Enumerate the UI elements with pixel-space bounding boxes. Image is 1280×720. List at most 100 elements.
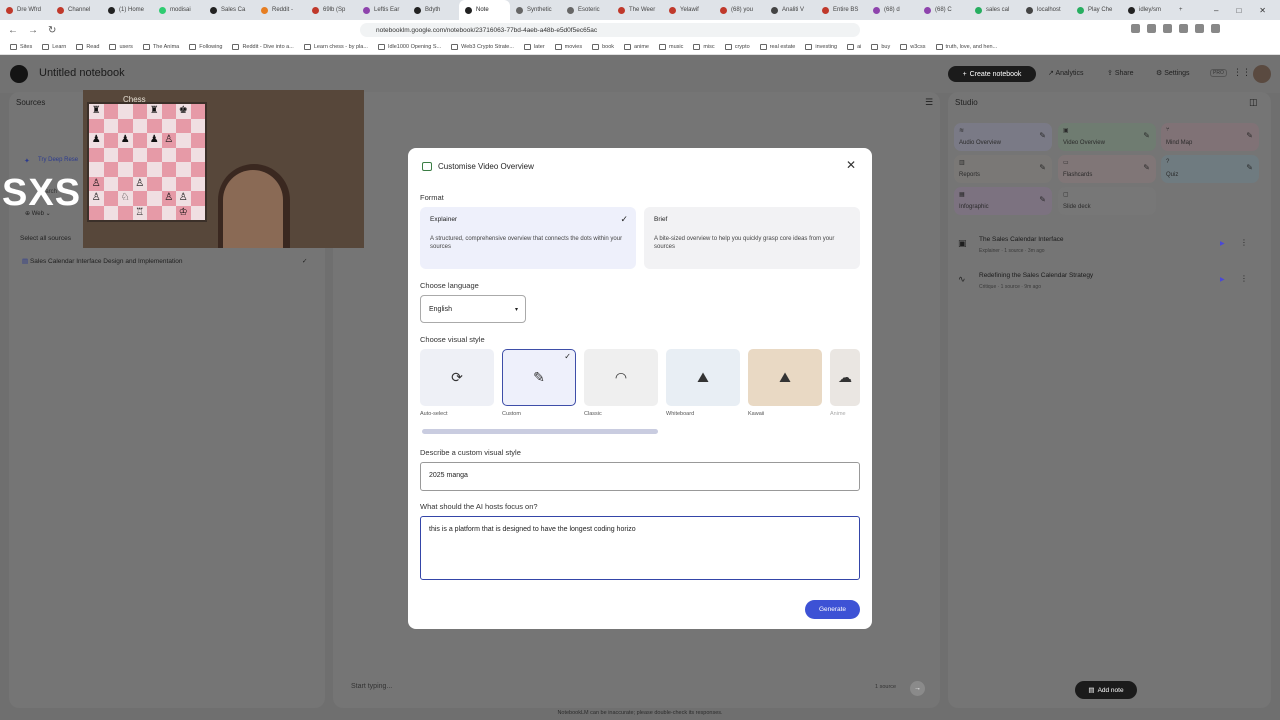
extension-icon[interactable] <box>1195 24 1204 33</box>
more-options-icon[interactable]: ⋮ <box>1240 238 1248 247</box>
bookmark-item[interactable]: music <box>659 44 683 50</box>
visual-style-option[interactable]: ⛰ <box>666 349 740 406</box>
notebooklm-logo-icon[interactable] <box>10 65 28 83</box>
bookmark-item[interactable]: Learn chess - by pla... <box>303 44 368 50</box>
bookmark-item[interactable]: The Anima <box>142 44 179 50</box>
studio-tile[interactable]: ▦ Infographic ✎ <box>954 187 1052 215</box>
play-icon[interactable]: ▶ <box>1220 240 1225 247</box>
browser-tab[interactable]: Sales Ca <box>204 0 255 20</box>
bookmark-item[interactable]: truth, love, and hen... <box>935 44 997 50</box>
address-bar[interactable]: notebooklm.google.com/notebook/23716063-… <box>360 23 860 37</box>
browser-tab[interactable]: Entire BS <box>816 0 867 20</box>
browser-tab[interactable]: Note <box>459 0 510 20</box>
studio-tile[interactable]: ▥ Reports ✎ <box>954 155 1052 183</box>
new-tab-icon[interactable]: + <box>1173 0 1193 20</box>
visual-style-option[interactable]: ◠ <box>584 349 658 406</box>
browser-tab[interactable]: Bdyth <box>408 0 459 20</box>
studio-tile[interactable]: ▭ Flashcards ✎ <box>1058 155 1156 183</box>
extension-icon[interactable] <box>1179 24 1188 33</box>
browser-tab[interactable]: sales cal <box>969 0 1020 20</box>
extension-icon[interactable] <box>1163 24 1172 33</box>
edit-pencil-icon[interactable]: ✎ <box>1039 195 1046 204</box>
back-icon[interactable]: ← <box>8 25 18 36</box>
browser-tab[interactable]: modisai <box>153 0 204 20</box>
format-explainer-card[interactable]: Explainer ✓ A structured, comprehensive … <box>420 207 636 269</box>
bookmark-item[interactable]: misc <box>693 44 715 50</box>
studio-tile[interactable]: ⑂ Mind Map ✎ <box>1161 123 1259 151</box>
minimize-icon[interactable]: – <box>1214 6 1218 15</box>
browser-tab[interactable]: (68) d <box>867 0 918 20</box>
source-checkbox[interactable]: ✓ <box>302 257 307 265</box>
extension-icon[interactable] <box>1131 24 1140 33</box>
browser-tab[interactable]: Synthetic <box>510 0 561 20</box>
bookmark-item[interactable]: Following <box>189 44 222 50</box>
browser-tab[interactable]: Play Che <box>1071 0 1122 20</box>
bookmark-item[interactable]: later <box>523 44 545 50</box>
source-item[interactable]: ▤ Sales Calendar Interface Design and Im… <box>22 257 317 265</box>
bookmark-item[interactable]: Reddit - Dive into a... <box>232 44 294 50</box>
maximize-icon[interactable]: □ <box>1236 6 1241 15</box>
edit-pencil-icon[interactable]: ✎ <box>1039 131 1046 140</box>
visual-style-option[interactable]: ⛰ <box>748 349 822 406</box>
bookmark-item[interactable]: ai <box>847 44 861 50</box>
deep-research-link[interactable]: Try Deep Rese <box>38 157 78 163</box>
generate-button[interactable]: Generate <box>805 600 860 619</box>
bookmark-item[interactable]: real estate <box>759 44 795 50</box>
close-icon[interactable]: ✕ <box>846 158 856 172</box>
browser-tab[interactable]: localhost <box>1020 0 1071 20</box>
browser-tab[interactable]: (1) Home <box>102 0 153 20</box>
bookmark-item[interactable]: Idle1000 Opening S... <box>377 44 441 50</box>
settings-button[interactable]: ⚙ Settings <box>1156 69 1190 77</box>
bookmark-item[interactable]: users <box>109 44 133 50</box>
send-arrow-icon[interactable]: → <box>910 681 925 696</box>
collapse-panel-icon[interactable]: ◫ <box>1249 97 1258 108</box>
browser-tab[interactable]: The Weer <box>612 0 663 20</box>
browser-tab[interactable]: (68) C <box>918 0 969 20</box>
visual-style-option[interactable]: ⟳ <box>420 349 494 406</box>
bookmark-item[interactable]: Read <box>76 44 99 50</box>
close-window-icon[interactable]: ✕ <box>1259 6 1266 15</box>
bookmark-item[interactable]: Learn <box>42 44 66 50</box>
language-select[interactable]: English ▾ <box>420 295 526 323</box>
browser-tab[interactable]: Yelawif <box>663 0 714 20</box>
browser-tab[interactable]: Channel <box>51 0 102 20</box>
studio-tile[interactable]: ▢ Slide deck <box>1058 187 1156 215</box>
studio-tile[interactable]: ≋ Audio Overview ✎ <box>954 123 1052 151</box>
edit-pencil-icon[interactable]: ✎ <box>1039 163 1046 172</box>
tune-icon[interactable]: ☰ <box>925 97 933 108</box>
chat-input[interactable]: Start typing... <box>351 683 392 690</box>
visual-style-option[interactable]: ✎ ✓ <box>502 349 576 406</box>
edit-pencil-icon[interactable]: ✎ <box>1246 163 1253 172</box>
bookmark-item[interactable]: Sites <box>10 44 32 50</box>
edit-pencil-icon[interactable]: ✎ <box>1143 131 1150 140</box>
bookmark-item[interactable]: crypto <box>724 44 750 50</box>
create-notebook-button[interactable]: + Create notebook <box>948 66 1036 82</box>
forward-icon[interactable]: → <box>28 25 38 36</box>
bookmark-item[interactable]: movies <box>554 44 582 50</box>
style-scrollbar[interactable] <box>422 429 658 434</box>
browser-tab[interactable]: (68) you <box>714 0 765 20</box>
bookmark-item[interactable]: buy <box>871 44 890 50</box>
browser-tab[interactable]: Dre Wfrd <box>0 0 51 20</box>
bookmark-item[interactable]: book <box>592 44 614 50</box>
browser-tab[interactable]: 69lb (Sp <box>306 0 357 20</box>
edit-pencil-icon[interactable]: ✎ <box>1143 163 1150 172</box>
reload-icon[interactable]: ↻ <box>48 25 56 36</box>
analytics-button[interactable]: ↗ Analytics <box>1048 69 1083 77</box>
edit-pencil-icon[interactable]: ✎ <box>1246 131 1253 140</box>
browser-tab[interactable]: Reddit - <box>255 0 306 20</box>
extension-icon[interactable] <box>1147 24 1156 33</box>
add-note-button[interactable]: ▤ Add note <box>1075 681 1137 699</box>
apps-grid-icon[interactable]: ⋮⋮ <box>1233 67 1251 78</box>
bookmark-item[interactable]: w3css <box>900 44 926 50</box>
focus-textarea[interactable]: this is a platform that is designed to h… <box>420 516 860 580</box>
custom-style-input[interactable]: 2025 manga <box>420 462 860 491</box>
extension-icon[interactable] <box>1211 24 1220 33</box>
studio-tile[interactable]: ▣ Video Overview ✎ <box>1058 123 1156 151</box>
bookmark-item[interactable]: investing <box>805 44 837 50</box>
format-brief-card[interactable]: Brief A bite-sized overview to help you … <box>644 207 860 269</box>
share-button[interactable]: ⇪ Share <box>1107 69 1134 77</box>
studio-note[interactable]: ∿ Redefining the Sales Calendar Strategy C… <box>958 272 1258 298</box>
avatar[interactable] <box>1253 65 1271 83</box>
browser-tab[interactable]: idley/sm <box>1122 0 1173 20</box>
